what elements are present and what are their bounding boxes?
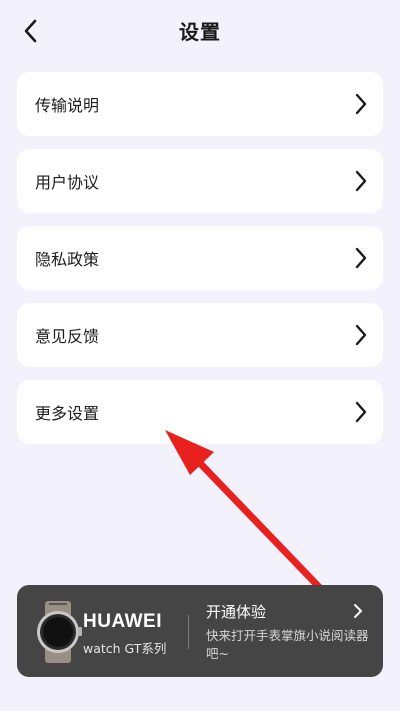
chevron-right-icon: [351, 168, 371, 194]
promo-title: 开通体验: [206, 603, 267, 621]
settings-item-privacy-policy[interactable]: 隐私政策: [17, 226, 383, 290]
settings-item-label: 传输说明: [35, 96, 100, 115]
header: 设置: [0, 0, 400, 62]
chevron-right-icon: [351, 322, 371, 348]
chevron-right-icon[interactable]: [351, 601, 365, 621]
settings-item-feedback[interactable]: 意见反馈: [17, 303, 383, 367]
promo-divider: [188, 615, 189, 649]
settings-item-label: 用户协议: [35, 173, 100, 192]
promo-brand: HUAWEI: [83, 611, 162, 632]
settings-item-transfer-guide[interactable]: 传输说明: [17, 72, 383, 136]
chevron-right-icon: [351, 245, 371, 271]
settings-screen: 设置 传输说明 用户协议 隐私政策 意见反馈 更多设置 HUAWEI watch…: [0, 0, 400, 711]
promo-description: 快来打开手表掌旗小说阅读器吧~: [206, 628, 369, 661]
watch-icon: [37, 601, 82, 663]
settings-item-label: 更多设置: [35, 404, 100, 423]
page-title: 设置: [179, 20, 221, 44]
promo-model: watch GT系列: [83, 641, 167, 656]
settings-item-label: 意见反馈: [35, 327, 100, 346]
chevron-right-icon: [351, 399, 371, 425]
promo-banner[interactable]: HUAWEI watch GT系列 开通体验 快来打开手表掌旗小说阅读器吧~: [17, 585, 383, 677]
settings-item-label: 隐私政策: [35, 250, 100, 269]
settings-item-user-agreement[interactable]: 用户协议: [17, 149, 383, 213]
settings-item-more-settings[interactable]: 更多设置: [17, 380, 383, 444]
chevron-right-icon: [351, 91, 371, 117]
